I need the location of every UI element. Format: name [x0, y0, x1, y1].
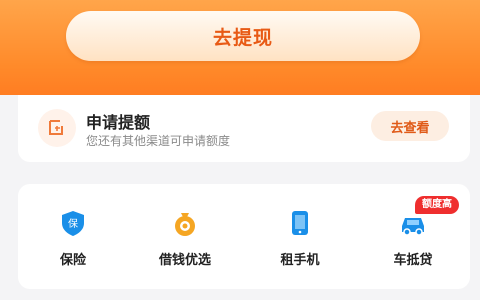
- service-rent-phone[interactable]: 租手机: [250, 202, 350, 272]
- service-insurance[interactable]: 保 保险: [23, 202, 123, 272]
- service-label: 借钱优选: [158, 253, 211, 268]
- apply-subtitle: 您还有其他渠道可申请额度: [86, 134, 231, 148]
- service-label: 保险: [59, 253, 86, 268]
- withdraw-button[interactable]: 去提现: [66, 11, 420, 61]
- document-icon: [38, 109, 76, 147]
- service-label: 租手机: [280, 253, 320, 268]
- services-panel: 保 保险 借钱优选 租手机 车抵贷: [18, 184, 470, 289]
- apply-title: 申请提额: [86, 113, 151, 132]
- svg-text:保: 保: [68, 217, 78, 230]
- apply-limit-card: 申请提额 您还有其他渠道可申请额度 去查看: [18, 95, 470, 162]
- quota-high-badge: 额度高: [415, 196, 459, 214]
- phone-icon: [283, 206, 317, 240]
- service-label: 车抵贷: [393, 253, 433, 268]
- money-bag-icon: [168, 206, 202, 240]
- service-loan-select[interactable]: 借钱优选: [135, 202, 235, 272]
- shield-icon: 保: [56, 206, 90, 240]
- view-button[interactable]: 去查看: [371, 111, 449, 141]
